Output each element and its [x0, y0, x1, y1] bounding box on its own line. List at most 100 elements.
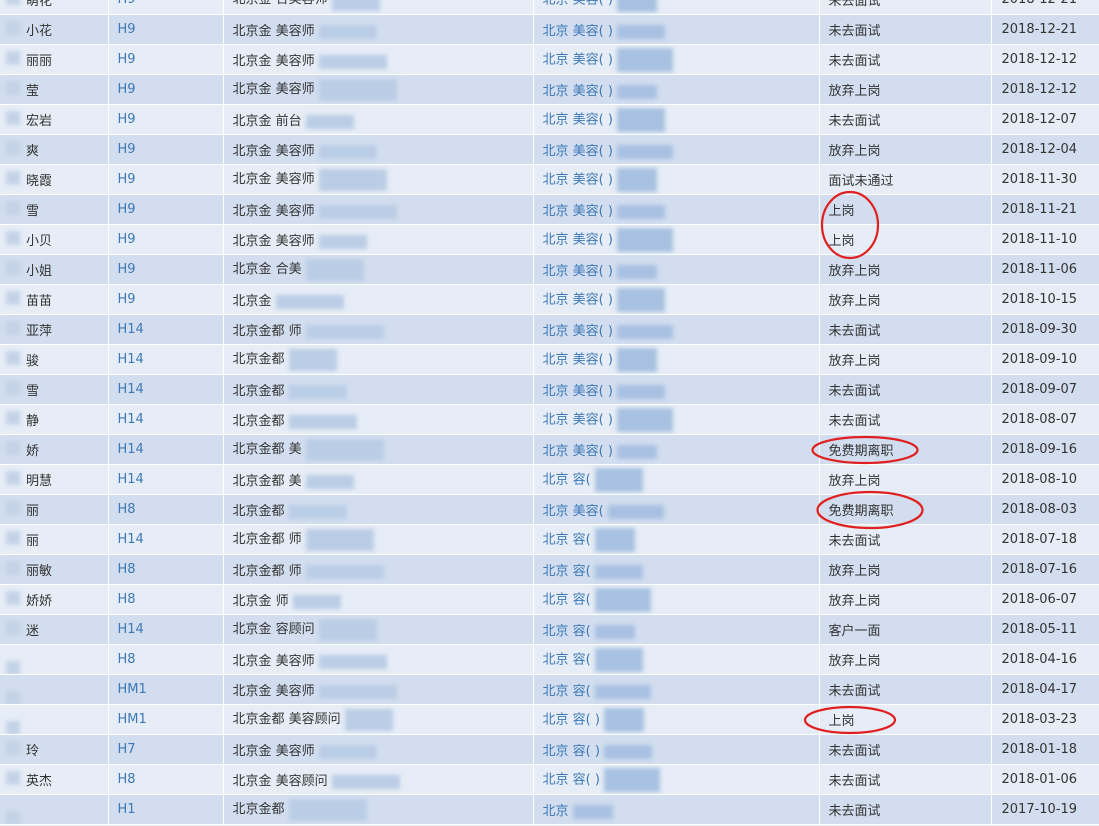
- store-cell-text[interactable]: 北京 美容( ): [543, 232, 613, 247]
- store-cell-text[interactable]: 北京 容(: [543, 684, 591, 699]
- code-cell[interactable]: HM1: [108, 674, 224, 705]
- code-cell-text[interactable]: H8: [118, 652, 136, 667]
- code-cell[interactable]: H9: [108, 14, 224, 45]
- store-cell[interactable]: 北京 容(: [533, 554, 820, 585]
- code-cell-text[interactable]: H14: [118, 412, 144, 427]
- store-cell-text[interactable]: 北京 容(: [543, 624, 591, 639]
- store-cell[interactable]: 北京 美容( ): [533, 134, 820, 165]
- code-cell[interactable]: H7: [108, 734, 224, 765]
- store-cell[interactable]: 北京 美容( ): [533, 224, 820, 255]
- store-cell[interactable]: 北京 美容( ): [533, 344, 820, 375]
- code-cell-text[interactable]: H14: [118, 622, 144, 637]
- code-cell[interactable]: H1: [108, 794, 224, 825]
- table-row[interactable]: 静 H14 北京金都 北京 美容( ) 未去面试 2018-08-07: [0, 404, 1099, 435]
- store-cell-text[interactable]: 北京: [543, 804, 569, 819]
- store-cell-text[interactable]: 北京 美容( ): [543, 412, 613, 427]
- code-cell[interactable]: H9: [108, 74, 224, 105]
- store-cell[interactable]: 北京: [533, 794, 820, 825]
- table-row[interactable]: 雪 H14 北京金都 北京 美容( ) 未去面试 2018-09-07: [0, 374, 1099, 405]
- code-cell[interactable]: H9: [108, 134, 224, 165]
- store-cell[interactable]: 北京 容( ): [533, 704, 820, 735]
- table-row[interactable]: 晓霞 H9 北京金 美容师 北京 美容( ) 面试未通过 2018-11-30: [0, 164, 1099, 195]
- code-cell[interactable]: H14: [108, 464, 224, 495]
- store-cell-text[interactable]: 北京 美容( ): [543, 352, 613, 367]
- store-cell-text[interactable]: 北京 容( ): [543, 772, 600, 787]
- code-cell-text[interactable]: H9: [118, 292, 136, 307]
- code-cell[interactable]: H8: [108, 644, 224, 675]
- store-cell[interactable]: 北京 容(: [533, 584, 820, 615]
- table-row[interactable]: 英杰 H8 北京金 美容顾问 北京 容( ) 未去面试 2018-01-06: [0, 764, 1099, 795]
- code-cell[interactable]: H9: [108, 44, 224, 75]
- code-cell-text[interactable]: H14: [118, 472, 144, 487]
- code-cell-text[interactable]: H9: [118, 172, 136, 187]
- code-cell-text[interactable]: HM1: [118, 682, 147, 697]
- store-cell[interactable]: 北京 容( ): [533, 734, 820, 765]
- store-cell-text[interactable]: 北京 容(: [543, 652, 591, 667]
- table-row[interactable]: 小花 H9 北京金 美容师 北京 美容( ) 未去面试 2018-12-21: [0, 14, 1099, 45]
- code-cell-text[interactable]: H8: [118, 562, 136, 577]
- store-cell[interactable]: 北京 美容( ): [533, 44, 820, 75]
- table-row[interactable]: 苗苗 H9 北京金 北京 美容( ) 放弃上岗 2018-10-15: [0, 284, 1099, 315]
- store-cell[interactable]: 北京 美容( ): [533, 74, 820, 105]
- store-cell-text[interactable]: 北京 容( ): [543, 744, 600, 759]
- store-cell[interactable]: 北京 美容( ): [533, 104, 820, 135]
- code-cell[interactable]: H14: [108, 434, 224, 465]
- store-cell[interactable]: 北京 美容( ): [533, 254, 820, 285]
- store-cell-text[interactable]: 北京 美容( ): [543, 292, 613, 307]
- code-cell-text[interactable]: H9: [118, 232, 136, 247]
- code-cell[interactable]: H14: [108, 374, 224, 405]
- store-cell-text[interactable]: 北京 容(: [543, 532, 591, 547]
- code-cell[interactable]: H9: [108, 104, 224, 135]
- code-cell[interactable]: H14: [108, 344, 224, 375]
- code-cell-text[interactable]: H7: [118, 742, 136, 757]
- store-cell-text[interactable]: 北京 容(: [543, 472, 591, 487]
- code-cell-text[interactable]: H8: [118, 772, 136, 787]
- code-cell-text[interactable]: H9: [118, 0, 136, 7]
- table-row[interactable]: 骏 H14 北京金都 北京 美容( ) 放弃上岗 2018-09-10: [0, 344, 1099, 375]
- store-cell[interactable]: 北京 美容(: [533, 494, 820, 525]
- code-cell-text[interactable]: H9: [118, 22, 136, 37]
- code-cell-text[interactable]: H14: [118, 322, 144, 337]
- code-cell[interactable]: H14: [108, 614, 224, 645]
- store-cell[interactable]: 北京 美容( ): [533, 434, 820, 465]
- store-cell-text[interactable]: 北京 美容( ): [543, 444, 613, 459]
- store-cell-text[interactable]: 北京 容( ): [543, 712, 600, 727]
- store-cell[interactable]: 北京 美容( ): [533, 0, 820, 15]
- store-cell[interactable]: 北京 容(: [533, 464, 820, 495]
- store-cell[interactable]: 北京 容(: [533, 524, 820, 555]
- code-cell-text[interactable]: H14: [118, 532, 144, 547]
- store-cell-text[interactable]: 北京 美容( ): [543, 204, 613, 219]
- store-cell-text[interactable]: 北京 美容( ): [543, 384, 613, 399]
- code-cell-text[interactable]: H14: [118, 352, 144, 367]
- code-cell-text[interactable]: H9: [118, 52, 136, 67]
- table-row[interactable]: 丽 H14 北京金都 师 北京 容(未去面试 2018-07-18: [0, 524, 1099, 555]
- store-cell-text[interactable]: 北京 美容( ): [543, 112, 613, 127]
- table-row[interactable]: 丽敏 H8 北京金都 师 北京 容(放弃上岗 2018-07-16: [0, 554, 1099, 585]
- table-row[interactable]: 萌花 H9 北京金 合美容师 北京 美容( ) 未去面试 2018-12-21: [0, 0, 1099, 15]
- table-row[interactable]: 亚萍 H14 北京金都 师 北京 美容( ) 未去面试 2018-09-30: [0, 314, 1099, 345]
- table-row[interactable]: 明慧 H14 北京金都 美 北京 容(放弃上岗 2018-08-10: [0, 464, 1099, 495]
- table-row[interactable]: HM1 北京金都 美容顾问 北京 容( ) 上岗 2018-03-23: [0, 704, 1099, 735]
- store-cell[interactable]: 北京 容(: [533, 674, 820, 705]
- code-cell-text[interactable]: H14: [118, 442, 144, 457]
- code-cell[interactable]: H8: [108, 584, 224, 615]
- code-cell-text[interactable]: H9: [118, 142, 136, 157]
- store-cell-text[interactable]: 北京 容(: [543, 564, 591, 579]
- store-cell-text[interactable]: 北京 美容( ): [543, 52, 613, 67]
- table-row[interactable]: H8 北京金 美容师 北京 容(放弃上岗 2018-04-16: [0, 644, 1099, 675]
- store-cell[interactable]: 北京 美容( ): [533, 314, 820, 345]
- table-row[interactable]: 丽丽 H9 北京金 美容师 北京 美容( ) 未去面试 2018-12-12: [0, 44, 1099, 75]
- code-cell[interactable]: H8: [108, 764, 224, 795]
- store-cell-text[interactable]: 北京 美容( ): [543, 264, 613, 279]
- store-cell[interactable]: 北京 美容( ): [533, 164, 820, 195]
- code-cell-text[interactable]: H1: [118, 802, 136, 817]
- store-cell[interactable]: 北京 容( ): [533, 764, 820, 795]
- table-row[interactable]: 小姐 H9 北京金 合美 北京 美容( ) 放弃上岗 2018-11-06: [0, 254, 1099, 285]
- code-cell[interactable]: H8: [108, 554, 224, 585]
- code-cell[interactable]: H9: [108, 164, 224, 195]
- store-cell-text[interactable]: 北京 美容( ): [543, 24, 613, 39]
- store-cell[interactable]: 北京 美容( ): [533, 374, 820, 405]
- store-cell-text[interactable]: 北京 美容( ): [543, 0, 613, 7]
- table-row[interactable]: 雪 H9 北京金 美容师 北京 美容( ) 上岗 2018-11-21: [0, 194, 1099, 225]
- store-cell-text[interactable]: 北京 美容(: [543, 504, 604, 519]
